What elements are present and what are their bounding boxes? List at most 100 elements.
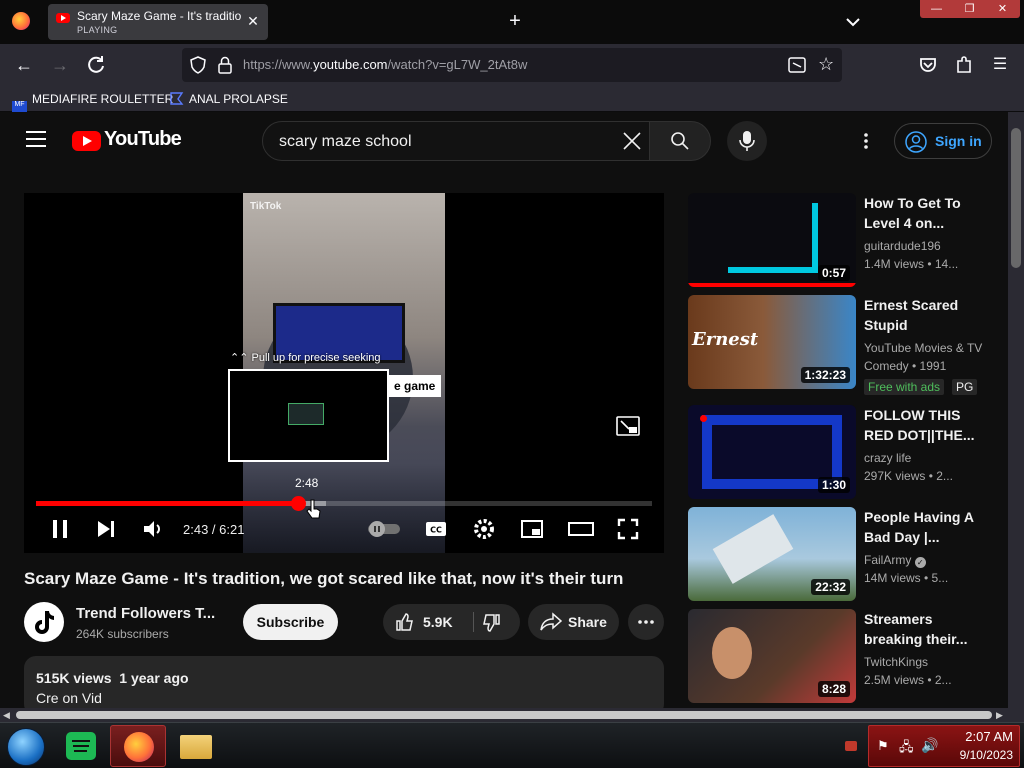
horizontal-scrollbar-thumb[interactable]	[16, 711, 992, 719]
recommendation-thumbnail[interactable]: 1:30	[688, 405, 856, 499]
bookmark-star-icon[interactable]: ☆	[818, 54, 834, 75]
video-duration: 1:30	[817, 477, 850, 493]
vertical-scrollbar[interactable]	[1008, 112, 1024, 708]
scroll-left-icon[interactable]: ◀	[3, 710, 10, 721]
recommendation-thumbnail[interactable]: 22:32	[688, 507, 856, 601]
clear-search-icon[interactable]	[621, 130, 643, 152]
video-duration: 8:28	[817, 681, 850, 697]
theater-mode-icon[interactable]	[568, 517, 594, 541]
clock-time[interactable]: 2:07 AM	[965, 729, 1013, 744]
settings-gear-icon[interactable]	[472, 517, 496, 541]
recommendation-thumbnail[interactable]: 8:28	[688, 609, 856, 703]
channel-avatar[interactable]	[24, 602, 64, 642]
restore-icon[interactable]: ❐	[953, 1, 986, 17]
voice-search-button[interactable]	[727, 121, 767, 161]
thumbs-up-icon[interactable]	[395, 612, 415, 632]
firefox-icon[interactable]	[12, 12, 30, 30]
closed-captions-icon[interactable]: CC	[424, 517, 448, 541]
action-center-flag-icon[interactable]: ⚑	[877, 738, 889, 754]
thumbnail-red-dot	[700, 415, 707, 422]
next-icon[interactable]	[94, 517, 118, 541]
preview-frame-shape	[288, 403, 324, 425]
recommendation-item[interactable]: 8:28 Streamers breaking their... TwitchK…	[688, 609, 998, 705]
like-count[interactable]: 5.9K	[423, 614, 453, 630]
start-button[interactable]	[7, 728, 45, 766]
minimize-icon[interactable]: —	[920, 1, 953, 17]
video-duration: 22:32	[811, 579, 850, 595]
back-arrow-icon[interactable]: ←	[12, 53, 36, 77]
account-icon	[905, 131, 927, 153]
recommendation-title[interactable]: Ernest Scared Stupid	[864, 295, 992, 335]
notification-alert-icon[interactable]	[845, 741, 857, 751]
progress-bar[interactable]	[36, 496, 652, 511]
chevron-down-icon[interactable]	[843, 12, 863, 32]
progress-played	[36, 501, 299, 506]
forward-arrow-icon[interactable]: →	[48, 53, 72, 77]
tracking-shield-icon[interactable]	[190, 56, 206, 74]
recommendation-thumbnail[interactable]: 0:57	[688, 193, 856, 287]
recommendation-item[interactable]: 0:57 How To Get To Level 4 on... guitard…	[688, 193, 998, 289]
autoplay-toggle-icon[interactable]	[366, 517, 402, 541]
speaker-icon[interactable]: 🔊	[921, 737, 938, 754]
recommendation-meta: 2.5M views • 2...	[864, 673, 952, 687]
share-button[interactable]: Share	[528, 604, 619, 640]
svg-text:CC: CC	[430, 526, 442, 535]
lock-icon[interactable]	[218, 56, 232, 74]
thumbs-down-icon[interactable]	[481, 613, 501, 633]
sign-in-button[interactable]: Sign in	[894, 123, 992, 159]
miniplayer-icon[interactable]	[520, 517, 544, 541]
pause-icon[interactable]	[48, 517, 72, 541]
recommendation-item[interactable]: Ernest 1:32:23 Ernest Scared Stupid YouT…	[688, 295, 998, 395]
address-bar[interactable]: https://www.youtube.com/watch?v=gL7W_2tA…	[182, 48, 842, 82]
new-tab-icon[interactable]: +	[504, 10, 526, 32]
taskbar-firefox[interactable]	[110, 725, 166, 767]
scroll-right-icon[interactable]: ▶	[996, 710, 1003, 721]
recommendation-title[interactable]: People Having A Bad Day |...	[864, 507, 992, 547]
recommendation-item[interactable]: 1:30 FOLLOW THIS RED DOT||THE... crazy l…	[688, 405, 998, 501]
recommendation-channel[interactable]: crazy life	[864, 449, 994, 467]
taskbar-spotify[interactable]	[54, 725, 110, 767]
more-vertical-icon[interactable]	[856, 131, 876, 151]
search-button[interactable]	[649, 121, 711, 161]
fullscreen-icon[interactable]	[616, 517, 640, 541]
recommendation-thumbnail[interactable]: Ernest 1:32:23	[688, 295, 856, 389]
clock-date[interactable]: 9/10/2023	[960, 748, 1013, 762]
vertical-scrollbar-thumb[interactable]	[1011, 128, 1021, 268]
reader-view-icon[interactable]	[788, 57, 806, 73]
video-player[interactable]: TikTok ⌃⌃ Pull up for precise seeking e …	[24, 193, 664, 553]
youtube-logo-text[interactable]: YouTube	[104, 128, 182, 151]
horizontal-scrollbar[interactable]: ◀ ▶	[0, 708, 1008, 722]
search-query[interactable]: scary maze school	[279, 133, 412, 151]
verified-icon: ✓	[914, 557, 926, 568]
guide-menu-icon[interactable]	[26, 131, 46, 147]
recommendation-item[interactable]: 22:32 People Having A Bad Day |... FailA…	[688, 507, 998, 603]
expand-icon[interactable]	[610, 408, 646, 444]
recommendation-title[interactable]: Streamers breaking their...	[864, 609, 992, 649]
close-tab-icon[interactable]: ✕	[244, 12, 262, 30]
close-window-icon[interactable]: ✕	[986, 1, 1019, 17]
extensions-icon[interactable]	[952, 53, 976, 77]
recommendation-channel[interactable]: guitardude196	[864, 237, 994, 255]
bookmark-mediafire-rouletter[interactable]: MF MEDIAFIRE ROULETTER	[12, 90, 173, 116]
volume-icon[interactable]	[141, 517, 165, 541]
youtube-logo-icon[interactable]	[72, 131, 101, 151]
channel-name[interactable]: Trend Followers T...	[76, 605, 224, 622]
recommendation-title[interactable]: How To Get To Level 4 on...	[864, 193, 992, 233]
taskbar-file-explorer[interactable]	[168, 725, 224, 767]
network-icon[interactable]: 🖧	[899, 738, 914, 760]
more-actions-button[interactable]	[628, 604, 664, 640]
recommendation-channel[interactable]: FailArmy ✓	[864, 551, 994, 569]
reload-icon[interactable]	[84, 53, 108, 77]
bookmark-anal-prolapse[interactable]: ANAL PROLAPSE	[169, 90, 288, 108]
recommendation-title[interactable]: FOLLOW THIS RED DOT||THE...	[864, 405, 992, 445]
recommendation-channel[interactable]: TwitchKings	[864, 653, 994, 671]
recommendation-channel[interactable]: YouTube Movies & TV	[864, 339, 994, 357]
url-text[interactable]: https://www.youtube.com/watch?v=gL7W_2tA…	[243, 57, 527, 72]
app-menu-icon[interactable]: ☰	[988, 53, 1012, 77]
description-box[interactable]: 515K views 1 year ago Cre on Vid	[24, 656, 664, 716]
browser-tab-active[interactable]: Scary Maze Game - It's tradition PLAYING…	[48, 4, 268, 40]
browser-navigation-bar: ← → https://www.youtube.com/watch?v=gL7W…	[0, 44, 1024, 86]
subscribe-button[interactable]: Subscribe	[243, 604, 338, 640]
pocket-icon[interactable]	[916, 53, 940, 77]
search-input[interactable]: scary maze school	[262, 121, 650, 161]
